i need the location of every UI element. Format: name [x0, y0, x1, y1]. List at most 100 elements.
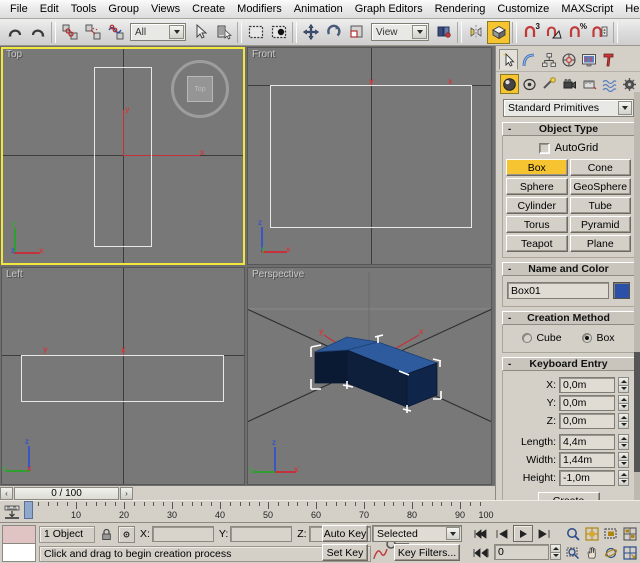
mini-listener-output[interactable]	[3, 544, 35, 561]
keyboard-entry-y-spinner[interactable]	[618, 395, 629, 411]
zoom-extents-all-icon[interactable]	[619, 525, 640, 542]
time-slider-next-button[interactable]: ›	[120, 487, 133, 500]
autogrid-row[interactable]: AutoGrid	[506, 142, 631, 154]
menu-item-group[interactable]: Group	[102, 1, 145, 18]
chevron-down-icon[interactable]	[169, 25, 184, 39]
menu-item-graph-editors[interactable]: Graph Editors	[349, 1, 429, 18]
menu-item-modifiers[interactable]: Modifiers	[231, 1, 288, 18]
menu-item-views[interactable]: Views	[145, 1, 186, 18]
selection-filter-combo[interactable]: All	[130, 23, 186, 41]
viewport-top-canvas[interactable]: x y Top y x z	[1, 47, 245, 265]
keyboard-entry-y-input[interactable]: 0,0m	[559, 395, 615, 411]
use-center-pivot-icon[interactable]	[432, 21, 455, 44]
time-slider-track[interactable]	[133, 487, 495, 500]
viewport-perspective-canvas[interactable]: z x y y x	[247, 267, 492, 485]
systems-gear-icon[interactable]	[620, 74, 639, 94]
keyboard-entry-z-spinner[interactable]	[618, 413, 629, 429]
select-object-arrow-icon[interactable]	[189, 21, 212, 44]
object-type-pyramid-button[interactable]: Pyramid	[570, 216, 632, 233]
viewport-top[interactable]: x y Top y x z Top	[1, 47, 245, 265]
menu-item-rendering[interactable]: Rendering	[429, 1, 492, 18]
select-and-move-icon[interactable]	[299, 21, 322, 44]
object-type-torus-button[interactable]: Torus	[506, 216, 568, 233]
chevron-down-icon[interactable]	[618, 101, 632, 115]
time-slider-frame-indicator[interactable]: 0 / 100	[14, 487, 119, 500]
keyboard-entry-width-spinner[interactable]	[618, 452, 629, 468]
field-of-view-icon[interactable]	[562, 544, 583, 561]
object-type-cone-button[interactable]: Cone	[570, 159, 632, 176]
menu-item-edit[interactable]: Edit	[34, 1, 65, 18]
animation-filter-combo[interactable]: Selected	[372, 525, 462, 542]
keyboard-entry-length-spinner[interactable]	[618, 434, 629, 450]
viewport-perspective[interactable]: z x y y x Perspective	[247, 267, 492, 485]
rollout-collapse-icon[interactable]: -	[508, 313, 511, 324]
object-type-plane-button[interactable]: Plane	[570, 235, 632, 252]
viewport-front-canvas[interactable]: x y z x y	[247, 47, 492, 265]
object-type-box-button[interactable]: Box	[506, 159, 568, 176]
undo-arrow-icon[interactable]	[3, 21, 26, 44]
creation-method-box-radio[interactable]: Box	[582, 332, 614, 344]
rollout-collapse-icon[interactable]: -	[508, 359, 511, 370]
snaps-toggle-3-icon[interactable]: 3	[519, 21, 542, 44]
current-frame-input[interactable]: 0	[494, 544, 549, 560]
menu-item-file[interactable]: File	[4, 1, 34, 18]
chevron-down-icon[interactable]	[446, 527, 460, 540]
rollout-collapse-icon[interactable]: -	[508, 124, 511, 135]
motion-wheel-icon[interactable]	[559, 49, 578, 70]
object-type-cylinder-button[interactable]: Cylinder	[506, 197, 568, 214]
view-cube-face-label[interactable]: Top	[187, 76, 213, 102]
creation-method-cube-radio[interactable]: Cube	[522, 332, 561, 344]
keyboard-entry-height-input[interactable]: -1,0m	[559, 470, 615, 486]
create-arrow-icon[interactable]	[499, 49, 518, 70]
menu-item-create[interactable]: Create	[186, 1, 231, 18]
display-monitor-icon[interactable]	[579, 49, 598, 70]
keyboard-entry-width-input[interactable]: 1,44m	[559, 452, 615, 468]
shapes-spline-icon[interactable]	[520, 74, 539, 94]
viewport-left[interactable]: x y z y x Left	[1, 267, 245, 485]
orbit-icon[interactable]	[600, 544, 621, 561]
rollout-name-and-color-header[interactable]: - Name and Color	[502, 262, 635, 276]
lock-selection-icon[interactable]	[98, 526, 115, 543]
time-slider-handle[interactable]	[24, 501, 33, 519]
angle-snap-toggle-icon[interactable]	[542, 21, 565, 44]
bind-to-space-warp-icon[interactable]	[104, 21, 127, 44]
geometry-sphere-icon[interactable]	[500, 74, 519, 94]
object-type-sphere-button[interactable]: Sphere	[506, 178, 568, 195]
absolute-relative-transform-icon[interactable]	[118, 526, 135, 543]
radio-dot[interactable]	[522, 333, 532, 343]
object-color-swatch[interactable]	[613, 282, 630, 299]
utilities-hammer-icon[interactable]	[599, 49, 618, 70]
rectangular-selection-region-icon[interactable]	[244, 21, 267, 44]
pan-hand-icon[interactable]	[581, 544, 602, 561]
mirror-icon[interactable]	[464, 21, 487, 44]
hierarchy-icon[interactable]	[539, 49, 558, 70]
zoom-extents-icon[interactable]	[600, 525, 621, 542]
play-animation-icon[interactable]	[513, 525, 533, 542]
key-mode-toggle-icon[interactable]	[471, 544, 491, 561]
unlink-selection-icon[interactable]	[81, 21, 104, 44]
open-mini-curve-editor-icon[interactable]	[3, 503, 21, 521]
scrollbar-thumb[interactable]	[634, 352, 640, 472]
keyboard-entry-x-input[interactable]: 0,0m	[559, 377, 615, 393]
select-and-uniform-scale-icon[interactable]	[345, 21, 368, 44]
zoom-magnifier-icon[interactable]	[562, 525, 583, 542]
command-panel-scrollbar[interactable]	[634, 92, 640, 517]
rollout-collapse-icon[interactable]: -	[508, 264, 511, 275]
menu-item-customize[interactable]: Customize	[491, 1, 555, 18]
previous-frame-icon[interactable]	[492, 525, 512, 542]
go-to-start-icon[interactable]	[471, 525, 491, 542]
key-filters-button[interactable]: Key Filters...	[394, 544, 460, 561]
set-key-button[interactable]: Set Key	[322, 544, 368, 561]
autogrid-checkbox[interactable]	[539, 143, 550, 154]
camera-icon[interactable]	[560, 74, 579, 94]
menu-item-help[interactable]: Help	[619, 1, 640, 18]
coord-y-input[interactable]	[230, 526, 292, 542]
coord-x-input[interactable]	[152, 526, 214, 542]
menu-item-maxscript[interactable]: MAXScript	[555, 1, 619, 18]
track-bar-ruler[interactable]: 0 10 20 30 40 50 60 70 80 90 100	[24, 501, 495, 523]
lights-icon[interactable]	[540, 74, 559, 94]
select-by-name-icon[interactable]	[212, 21, 235, 44]
viewport-left-canvas[interactable]: x y z y x	[1, 267, 245, 485]
percent-snap-toggle-icon[interactable]: %	[565, 21, 588, 44]
reference-coordinate-system-combo[interactable]: View	[371, 23, 429, 41]
